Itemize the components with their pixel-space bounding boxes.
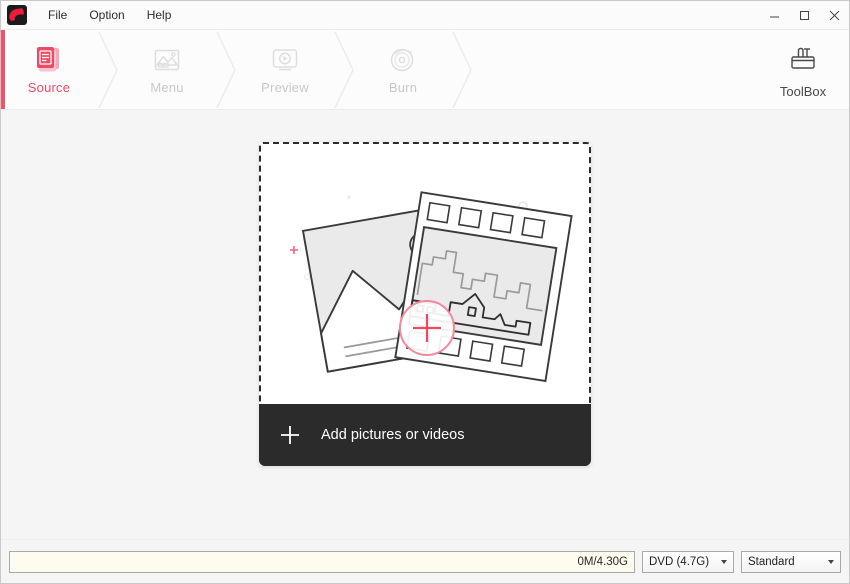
toolbox-label: ToolBox (779, 83, 827, 99)
add-media-card: Add pictures or videos (259, 142, 591, 466)
quality-value: Standard (748, 555, 795, 568)
app-logo-icon (7, 5, 27, 25)
step-separator (211, 30, 241, 109)
maximize-icon[interactable] (789, 1, 819, 29)
disc-type-select[interactable]: DVD (4.7G) (642, 550, 734, 573)
application-window: File Option Help Source Menu Preview Bur… (0, 0, 850, 584)
main-content: Add pictures or videos (1, 110, 849, 539)
tab-preview-label: Preview (261, 79, 309, 95)
add-media-label: Add pictures or videos (321, 427, 465, 443)
quality-select[interactable]: Standard (741, 550, 841, 573)
menu-item-option[interactable]: Option (78, 1, 135, 29)
disc-capacity-bar: 0M/4.30G (9, 550, 635, 573)
menu-item-file[interactable]: File (37, 1, 78, 29)
menu-bar: File Option Help (37, 1, 182, 29)
disc-type-value: DVD (4.7G) (649, 555, 710, 568)
step-separator (447, 30, 477, 109)
drop-zone[interactable] (259, 142, 591, 404)
plus-circle-icon (399, 300, 455, 356)
monitor-play-icon (268, 45, 302, 75)
tab-menu[interactable]: Menu (123, 30, 211, 109)
wizard-steps: Source Menu Preview Burn (1, 30, 477, 109)
tab-burn-label: Burn (388, 79, 418, 95)
menu-item-help[interactable]: Help (136, 1, 183, 29)
wizard-toolbar: Source Menu Preview Burn ToolBox (1, 30, 849, 110)
status-bar: 0M/4.30G DVD (4.7G) Standard (1, 539, 849, 583)
step-separator (329, 30, 359, 109)
capacity-label: 0M/4.30G (577, 555, 629, 568)
plus-icon (259, 424, 321, 446)
tab-preview[interactable]: Preview (241, 30, 329, 109)
photos-and-filmstrip-illustration (290, 191, 573, 383)
chevron-down-icon (828, 559, 834, 564)
toolbox-icon (786, 41, 820, 78)
tab-source-label: Source (27, 79, 71, 95)
title-bar: File Option Help (1, 1, 849, 30)
add-pictures-or-videos-button[interactable]: Add pictures or videos (259, 404, 591, 466)
toolbox-button[interactable]: ToolBox (757, 30, 849, 109)
chevron-down-icon (721, 559, 727, 564)
tab-menu-label: Menu (150, 79, 184, 95)
tab-burn[interactable]: Burn (359, 30, 447, 109)
tab-source[interactable]: Source (5, 30, 93, 109)
step-separator (93, 30, 123, 109)
minimize-icon[interactable] (759, 1, 789, 29)
picture-icon (150, 45, 184, 75)
documents-icon (32, 45, 66, 75)
disc-icon (386, 45, 420, 75)
close-icon[interactable] (819, 1, 849, 29)
window-controls (759, 1, 849, 29)
